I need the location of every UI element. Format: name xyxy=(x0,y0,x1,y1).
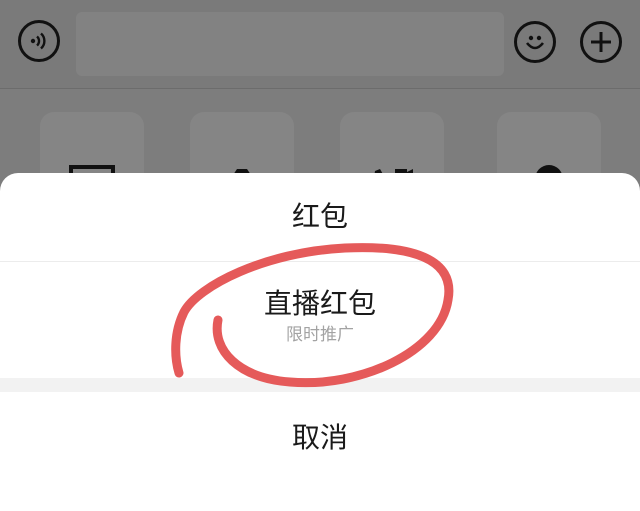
sheet-item-hongbao[interactable]: 红包 xyxy=(0,173,640,262)
sheet-item-live-hongbao-title[interactable]: 直播红包 xyxy=(0,286,640,322)
plus-icon xyxy=(591,32,611,52)
emoji-button[interactable] xyxy=(514,21,556,63)
cancel-button-label: 取消 xyxy=(291,421,348,454)
cancel-button[interactable]: 取消 xyxy=(0,392,640,484)
voice-toggle-button[interactable] xyxy=(18,20,60,62)
chat-input-bar xyxy=(0,0,640,89)
emoji-icon xyxy=(525,35,545,50)
sheet-item-live-hongbao-subtitle: 限时推广 xyxy=(286,325,354,345)
voice-wave-icon xyxy=(30,32,46,50)
sheet-item-hongbao-label: 红包 xyxy=(291,200,348,233)
sheet-divider xyxy=(0,378,640,392)
message-input[interactable] xyxy=(76,12,504,76)
more-functions-button[interactable] xyxy=(580,21,622,63)
